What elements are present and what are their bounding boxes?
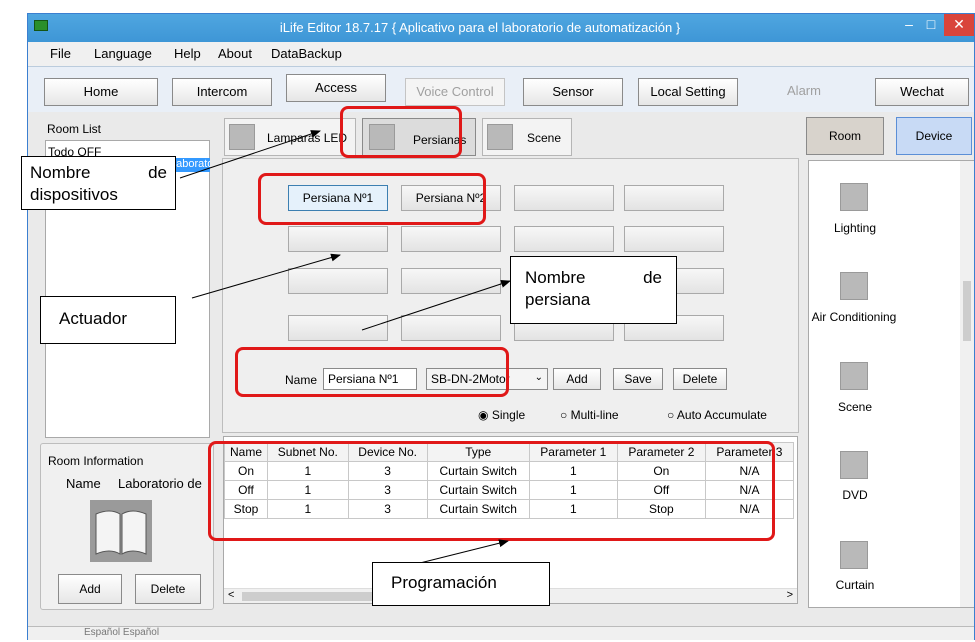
arrow-nombre-dispositivos bbox=[179, 130, 321, 179]
arrow-nombre-persiana bbox=[361, 280, 511, 331]
callout-programacion: Programación bbox=[372, 562, 550, 606]
callout-nombre-dispositivos: Nombre de dispositivos bbox=[21, 156, 176, 210]
arrow-actuador bbox=[191, 253, 341, 299]
callout-nombre-persiana: Nombre de persiana bbox=[510, 256, 677, 324]
callout-actuador: Actuador bbox=[40, 296, 176, 344]
